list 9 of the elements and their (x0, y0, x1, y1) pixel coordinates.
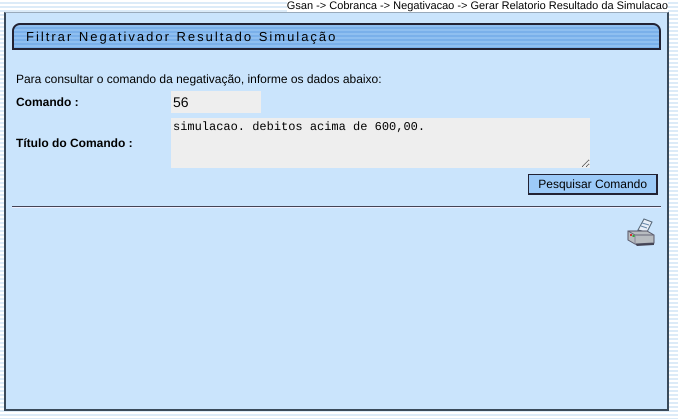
field-label: Título do Comando : (16, 136, 134, 150)
printer-icon[interactable] (625, 216, 657, 248)
search-command-button[interactable]: Pesquisar Comando (528, 174, 658, 195)
command-field[interactable]: 56 (171, 91, 261, 113)
breadcrumb: Gsan -> Cobranca -> Negativacao -> Gerar Relatorio Resultado da Simulacao (286, 0, 668, 12)
instructions-text: Para consultar o comando da negativação, informe os dados abaixo: (16, 72, 383, 86)
panel-title: Filtrar Negativador Resultado Simulação (12, 23, 661, 50)
title-field[interactable]: simulacao. debitos acima de 600,00. (171, 118, 590, 168)
field-label: Comando : (16, 95, 80, 109)
